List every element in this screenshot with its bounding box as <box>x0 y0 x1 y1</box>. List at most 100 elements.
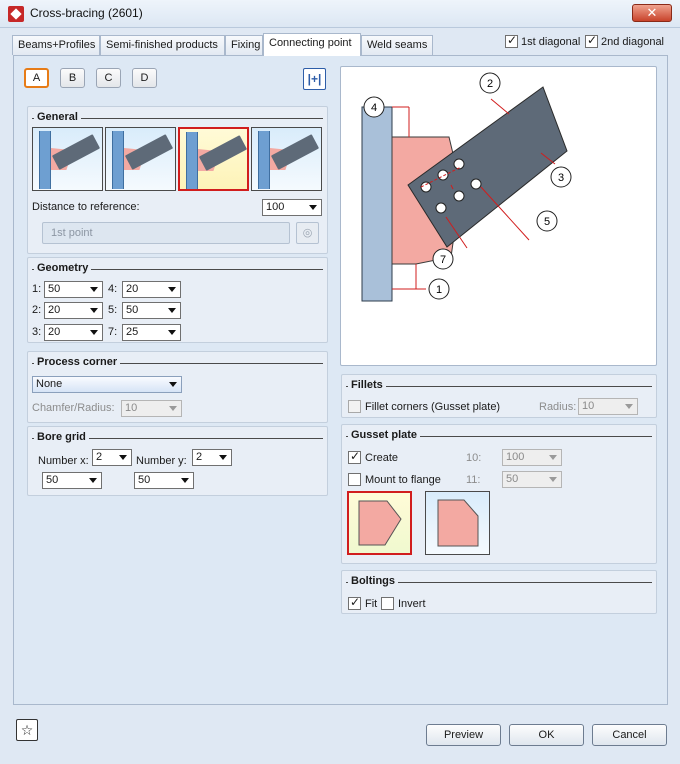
create-gusset-label: Create <box>365 452 399 464</box>
gusset-field-11-combo[interactable]: 50 <box>502 471 562 488</box>
fillet-corners-label: Fillet corners (Gusset plate) <box>365 401 501 413</box>
gusset-field-11-label: 11: <box>466 474 481 486</box>
dimension-callout-5-text: 5 <box>544 216 550 228</box>
bore-grid-group-title: Bore grid <box>34 431 89 443</box>
mirror-icon: |+| <box>307 72 322 86</box>
column-icon <box>112 131 124 189</box>
gusset-field-10-combo[interactable]: 100 <box>502 449 562 466</box>
dimension-callout-4-text: 4 <box>371 102 377 114</box>
star-icon: ☆ <box>20 722 34 738</box>
invert-label: Invert <box>398 598 426 610</box>
tab-connecting-point[interactable]: Connecting point <box>263 33 361 56</box>
bolt-hole <box>437 169 449 181</box>
dimension-callout-1-text: 1 <box>436 284 442 296</box>
bolt-hole <box>435 202 447 214</box>
first-point-field[interactable]: 1st point <box>42 222 290 244</box>
variant-d-button[interactable]: D <box>132 68 157 88</box>
favorites-button[interactable]: ☆ <box>16 719 38 741</box>
number-x-combo[interactable]: 2 <box>92 449 132 466</box>
fit-toggle[interactable] <box>348 595 361 613</box>
geometry-label-5: 5: <box>108 304 118 316</box>
gusset-shape-option-1[interactable] <box>347 491 412 555</box>
connection-drawing: 1 2 3 4 5 7 <box>361 72 572 302</box>
brace-icon <box>51 134 101 170</box>
number-y-label: Number y: <box>136 455 187 467</box>
number-x-label: Number x: <box>38 455 89 467</box>
fillet-corners-toggle[interactable] <box>348 400 361 416</box>
geometry-group-title: Geometry <box>34 262 92 274</box>
mirror-toggle-button[interactable]: |+| <box>303 68 326 90</box>
close-button[interactable]: ✕ <box>632 4 672 22</box>
column-icon <box>186 132 198 189</box>
invert-toggle[interactable] <box>381 597 394 613</box>
fit-label: Fit <box>365 598 378 610</box>
preview-button[interactable]: Preview <box>426 724 501 746</box>
variant-b-button[interactable]: B <box>60 68 85 88</box>
geometry-value-3[interactable]: 20 <box>44 324 103 341</box>
pick-point-icon: ◎ <box>302 227 313 239</box>
dimension-callout-7-text: 7 <box>440 254 446 266</box>
column-icon <box>258 131 270 189</box>
ok-button[interactable]: OK <box>509 724 584 746</box>
connection-preview: 1 2 3 4 5 7 <box>340 66 657 366</box>
mount-to-flange-checkbox[interactable] <box>348 473 361 486</box>
create-gusset-toggle[interactable] <box>348 449 361 467</box>
geometry-label-3: 3: <box>32 326 42 338</box>
boltings-group-title: Boltings <box>348 575 398 587</box>
bolt-hole <box>420 181 432 193</box>
second-diagonal-label: 2nd diagonal <box>601 35 665 48</box>
bore-spacing-y-combo[interactable]: 50 <box>134 472 194 489</box>
first-diagonal-toggle[interactable]: 1st diagonal <box>505 33 581 48</box>
reference-option-2[interactable] <box>105 127 176 191</box>
brace-icon <box>198 135 247 171</box>
gusset-plate-group-title: Gusset plate <box>348 429 421 441</box>
geometry-value-5[interactable]: 50 <box>122 302 181 319</box>
variant-a-button[interactable]: A <box>24 68 49 88</box>
bolt-hole <box>470 178 482 190</box>
mount-to-flange-label: Mount to flange <box>365 474 441 486</box>
gusset-field-10-label: 10: <box>466 452 482 464</box>
geometry-label-4: 4: <box>108 283 118 295</box>
chamfer-radius-label: Chamfer/Radius: <box>32 402 115 414</box>
invert-checkbox[interactable] <box>381 597 394 610</box>
first-diagonal-label: 1st diagonal <box>521 35 581 48</box>
tab-weld-seams[interactable]: Weld seams <box>361 35 433 55</box>
mount-to-flange-toggle[interactable] <box>348 473 361 489</box>
dimension-callout-3-text: 3 <box>558 172 564 184</box>
variant-c-button[interactable]: C <box>96 68 121 88</box>
second-diagonal-checkbox[interactable] <box>585 33 598 48</box>
second-diagonal-toggle[interactable]: 2nd diagonal <box>585 33 665 48</box>
tab-beams-profiles[interactable]: Beams+Profiles <box>12 35 100 55</box>
bore-spacing-x-combo[interactable]: 50 <box>42 472 102 489</box>
distance-to-reference-combo[interactable]: 100 <box>262 199 322 216</box>
gusset-shape-option-2[interactable] <box>425 491 490 555</box>
number-y-combo[interactable]: 2 <box>192 449 232 466</box>
bolt-hole <box>453 190 465 202</box>
pick-point-button[interactable]: ◎ <box>296 222 319 244</box>
chamfer-radius-combo[interactable]: 10 <box>121 400 182 417</box>
fillet-corners-checkbox[interactable] <box>348 400 361 413</box>
geometry-label-7: 7: <box>108 326 118 338</box>
geometry-value-1[interactable]: 50 <box>44 281 103 298</box>
geometry-value-2[interactable]: 20 <box>44 302 103 319</box>
reference-option-3[interactable] <box>178 127 249 191</box>
column-profile <box>361 106 393 302</box>
reference-option-4[interactable] <box>251 127 322 191</box>
geometry-value-7[interactable]: 25 <box>122 324 181 341</box>
fillets-group-title: Fillets <box>348 379 386 391</box>
create-gusset-checkbox[interactable] <box>348 449 361 464</box>
reference-option-1[interactable] <box>32 127 103 191</box>
tab-semi-finished-products[interactable]: Semi-finished products <box>100 35 225 55</box>
column-icon <box>39 131 51 189</box>
app-icon <box>8 6 24 22</box>
geometry-value-4[interactable]: 20 <box>122 281 181 298</box>
fillet-radius-combo[interactable]: 10 <box>578 398 638 415</box>
dimension-callout-2-text: 2 <box>487 78 493 90</box>
first-diagonal-checkbox[interactable] <box>505 33 518 48</box>
gusset-shape-2-icon <box>437 499 479 547</box>
fit-checkbox[interactable] <box>348 595 361 610</box>
cancel-button[interactable]: Cancel <box>592 724 667 746</box>
brace-icon <box>124 134 174 170</box>
tab-fixing[interactable]: Fixing <box>225 35 263 55</box>
process-corner-combo[interactable]: None <box>32 376 182 393</box>
